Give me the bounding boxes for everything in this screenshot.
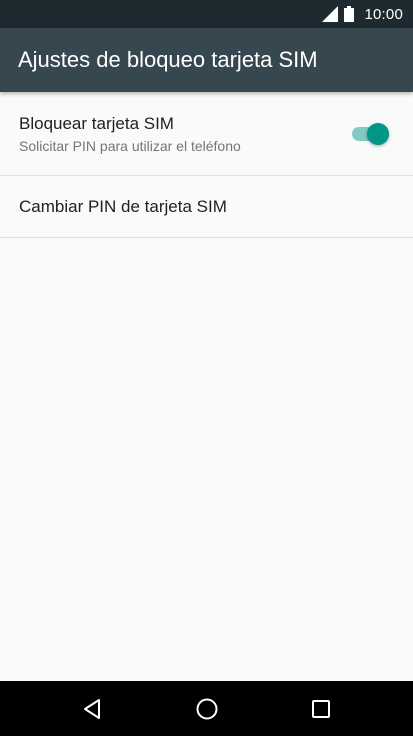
back-button[interactable]	[62, 681, 122, 736]
settings-list: Bloquear tarjeta SIM Solicitar PIN para …	[0, 92, 413, 681]
lock-sim-toggle[interactable]	[352, 122, 390, 146]
page-title: Ajustes de bloqueo tarjeta SIM	[18, 47, 318, 72]
app-bar: Ajustes de bloqueo tarjeta SIM	[0, 28, 413, 92]
signal-icon	[322, 6, 339, 22]
home-button[interactable]	[177, 681, 237, 736]
change-sim-pin-title: Cambiar PIN de tarjeta SIM	[19, 197, 227, 216]
lock-sim-card-summary: Solicitar PIN para utilizar el teléfono	[19, 138, 241, 154]
home-icon	[196, 698, 218, 719]
status-icons: 10:00	[322, 0, 403, 28]
navigation-bar	[0, 681, 413, 736]
clock: 10:00	[364, 5, 403, 23]
change-sim-pin-row[interactable]: Cambiar PIN de tarjeta SIM	[0, 176, 413, 238]
back-icon	[84, 698, 100, 719]
recents-icon	[312, 699, 330, 718]
lock-sim-card-title: Bloquear tarjeta SIM	[19, 114, 174, 133]
battery-icon	[344, 6, 355, 22]
lock-sim-card-row[interactable]: Bloquear tarjeta SIM Solicitar PIN para …	[0, 92, 413, 176]
toggle-thumb	[367, 123, 389, 145]
recents-button[interactable]	[291, 681, 351, 736]
status-bar: 10:00	[0, 0, 413, 28]
